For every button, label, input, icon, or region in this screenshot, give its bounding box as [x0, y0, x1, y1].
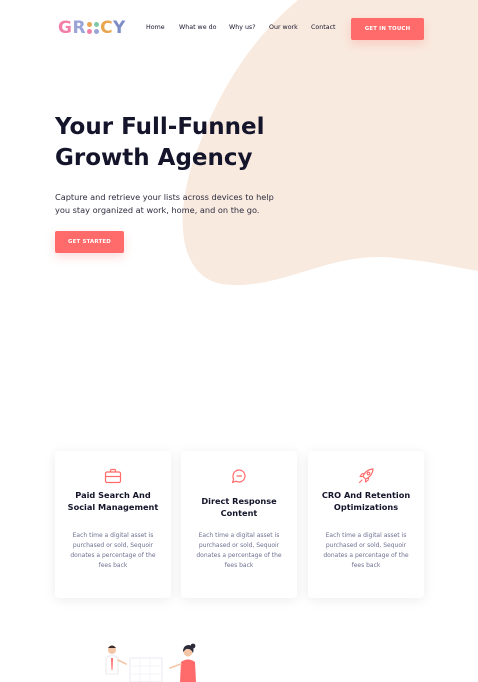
logo-dots-icon	[87, 22, 100, 34]
rocket-icon	[358, 468, 374, 484]
team-illustration	[105, 643, 196, 682]
briefcase-icon	[104, 468, 122, 484]
service-card-cro[interactable]: CRO And Retention Optimizations Each tim…	[308, 451, 424, 598]
nav-item-what-we-do[interactable]: What we do	[179, 24, 216, 31]
hero-subtitle: Capture and retrieve your lists across d…	[55, 192, 274, 215]
hero-title-line-1: Your Full-Funnel	[55, 114, 265, 140]
service-title: Paid Search And Social Management	[67, 490, 159, 512]
service-description: Each time a digital asset is purchased o…	[196, 532, 282, 569]
brand-logo[interactable]: GR CY	[58, 18, 126, 38]
service-card-direct-response[interactable]: Direct Response Content Each time a digi…	[181, 451, 297, 598]
chat-icon	[231, 469, 246, 484]
hero-title-line-2: Growth Agency	[55, 145, 253, 171]
get-started-button[interactable]: GET STARTED	[55, 231, 124, 253]
hero-title: Your Full-Funnel Growth Agency	[55, 112, 315, 174]
service-description: Each time a digital asset is purchased o…	[70, 532, 156, 569]
service-card-paid-search[interactable]: Paid Search And Social Management Each t…	[55, 451, 171, 598]
service-title: CRO And Retention Optimizations	[321, 490, 411, 512]
nav-item-home[interactable]: Home	[146, 24, 165, 31]
nav-item-our-work[interactable]: Our work	[269, 24, 298, 31]
service-title: Direct Response Content	[201, 496, 277, 518]
nav-item-why-us[interactable]: Why us?	[229, 24, 256, 31]
get-in-touch-button[interactable]: GET IN TOUCH	[351, 18, 424, 40]
service-description: Each time a digital asset is purchased o…	[323, 532, 409, 569]
nav-item-contact[interactable]: Contact	[311, 24, 336, 31]
